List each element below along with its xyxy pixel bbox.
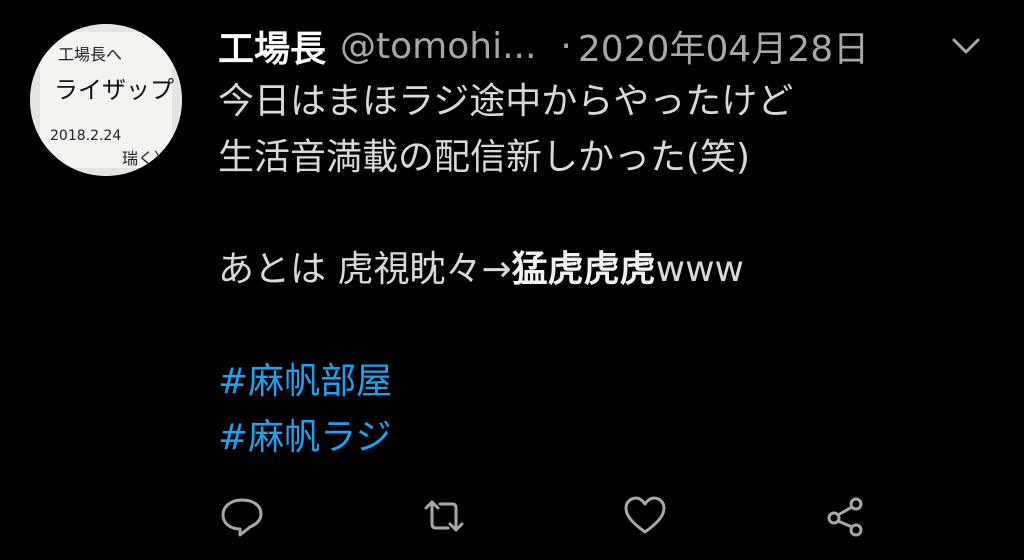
avatar-line2: ライザップ (54, 76, 174, 104)
tweet[interactable]: 工場長へ ライザップ 2018.2.24 瑞く〉 工場長 @tomohi... … (0, 0, 1024, 560)
like-icon[interactable] (621, 494, 669, 538)
timestamp[interactable]: 2020年04月28日 (578, 20, 869, 72)
tweet-text-line3: あとは 虎視眈々→猛虎虎虎www (218, 242, 978, 298)
tweet-text-line3-bold: 猛虎虎虎 (511, 249, 656, 290)
tweet-text: 今日はまほラジ途中からやったけど 生活音満載の配信新しかった(笑) あとは 虎視… (218, 74, 978, 466)
reply-icon[interactable] (218, 494, 266, 538)
tweet-text-line3-suffix: www (655, 249, 744, 290)
tweet-header: 工場長 @tomohi... · 2020年04月28日 (218, 18, 869, 74)
tweet-actions (0, 494, 1024, 538)
tweet-text-line3-prefix: あとは 虎視眈々→ (218, 249, 512, 290)
avatar-line1: 工場長へ (58, 45, 122, 64)
avatar[interactable]: 工場長へ ライザップ 2018.2.24 瑞く〉 (30, 24, 182, 176)
display-name[interactable]: 工場長 (218, 20, 326, 72)
avatar-line4: 瑞く〉 (122, 149, 170, 168)
avatar-line3: 2018.2.24 (50, 128, 121, 144)
tweet-text-line1: 今日はまほラジ途中からやったけど (218, 81, 794, 122)
avatar-image: 工場長へ ライザップ 2018.2.24 瑞く〉 (30, 24, 182, 176)
share-icon[interactable] (822, 494, 870, 538)
retweet-icon[interactable] (420, 494, 468, 538)
hashtag-link[interactable]: #麻帆部屋 (218, 354, 978, 410)
tweet-text-line2: 生活音満載の配信新しかった(笑) (218, 137, 751, 178)
handle[interactable]: @tomohi... (340, 26, 536, 67)
chevron-down-icon[interactable] (944, 28, 988, 64)
hashtag-link[interactable]: #麻帆ラジ (218, 410, 978, 466)
separator: · (560, 25, 572, 67)
